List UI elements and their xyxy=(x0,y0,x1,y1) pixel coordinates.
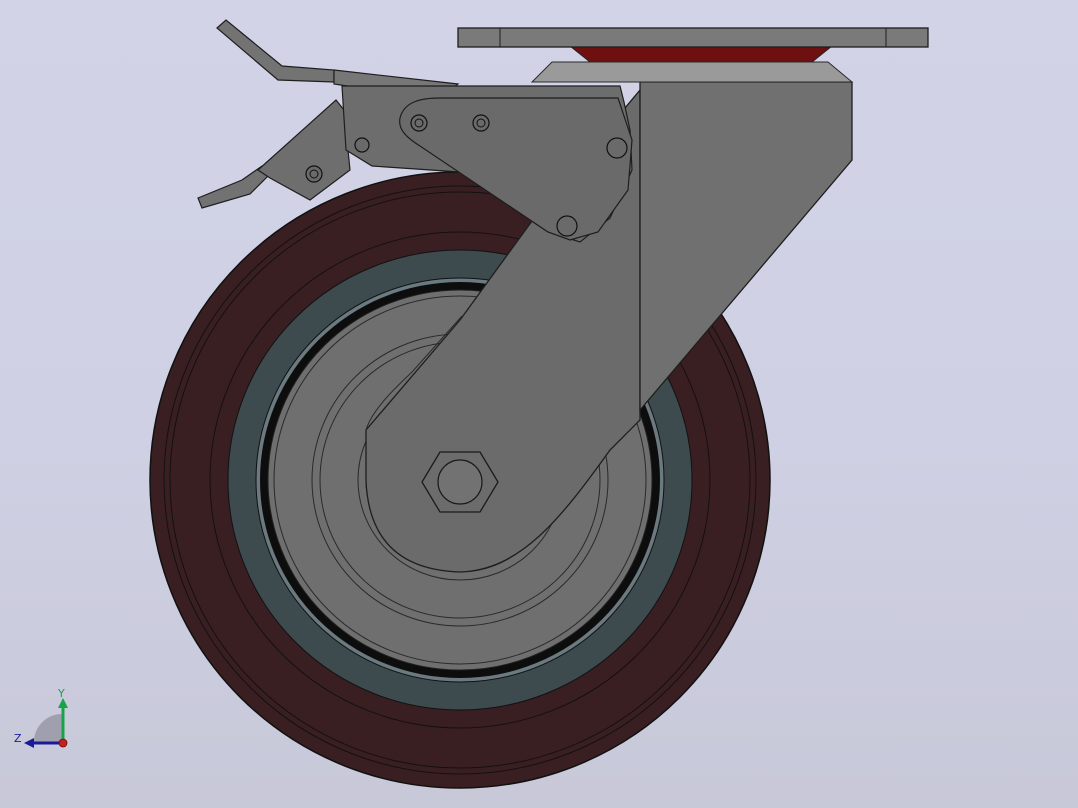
cad-viewport[interactable] xyxy=(0,0,1078,808)
rivet-5 xyxy=(556,215,578,237)
orientation-triad[interactable]: Y Z xyxy=(10,686,74,752)
y-axis-label: Y xyxy=(57,687,65,700)
x-axis-dot xyxy=(58,738,68,748)
rivet-4 xyxy=(606,137,628,159)
brake-pedal[interactable] xyxy=(216,19,335,83)
swivel-race xyxy=(530,61,854,83)
swivel-bearing xyxy=(568,45,834,63)
rivet-1 xyxy=(354,137,370,153)
axle-bolt xyxy=(437,459,483,505)
rivet-2 xyxy=(410,114,428,132)
rivet-3 xyxy=(472,114,490,132)
top-mount[interactable] xyxy=(457,27,929,83)
z-axis-label: Z xyxy=(14,732,22,745)
z-axis-arrow xyxy=(24,738,34,748)
triad-quarter-arc xyxy=(34,714,62,742)
brake-link[interactable] xyxy=(257,99,351,201)
brake-release-tab[interactable] xyxy=(197,165,271,209)
top-mounting-plate[interactable] xyxy=(457,27,929,48)
pivot-pin xyxy=(305,165,323,183)
